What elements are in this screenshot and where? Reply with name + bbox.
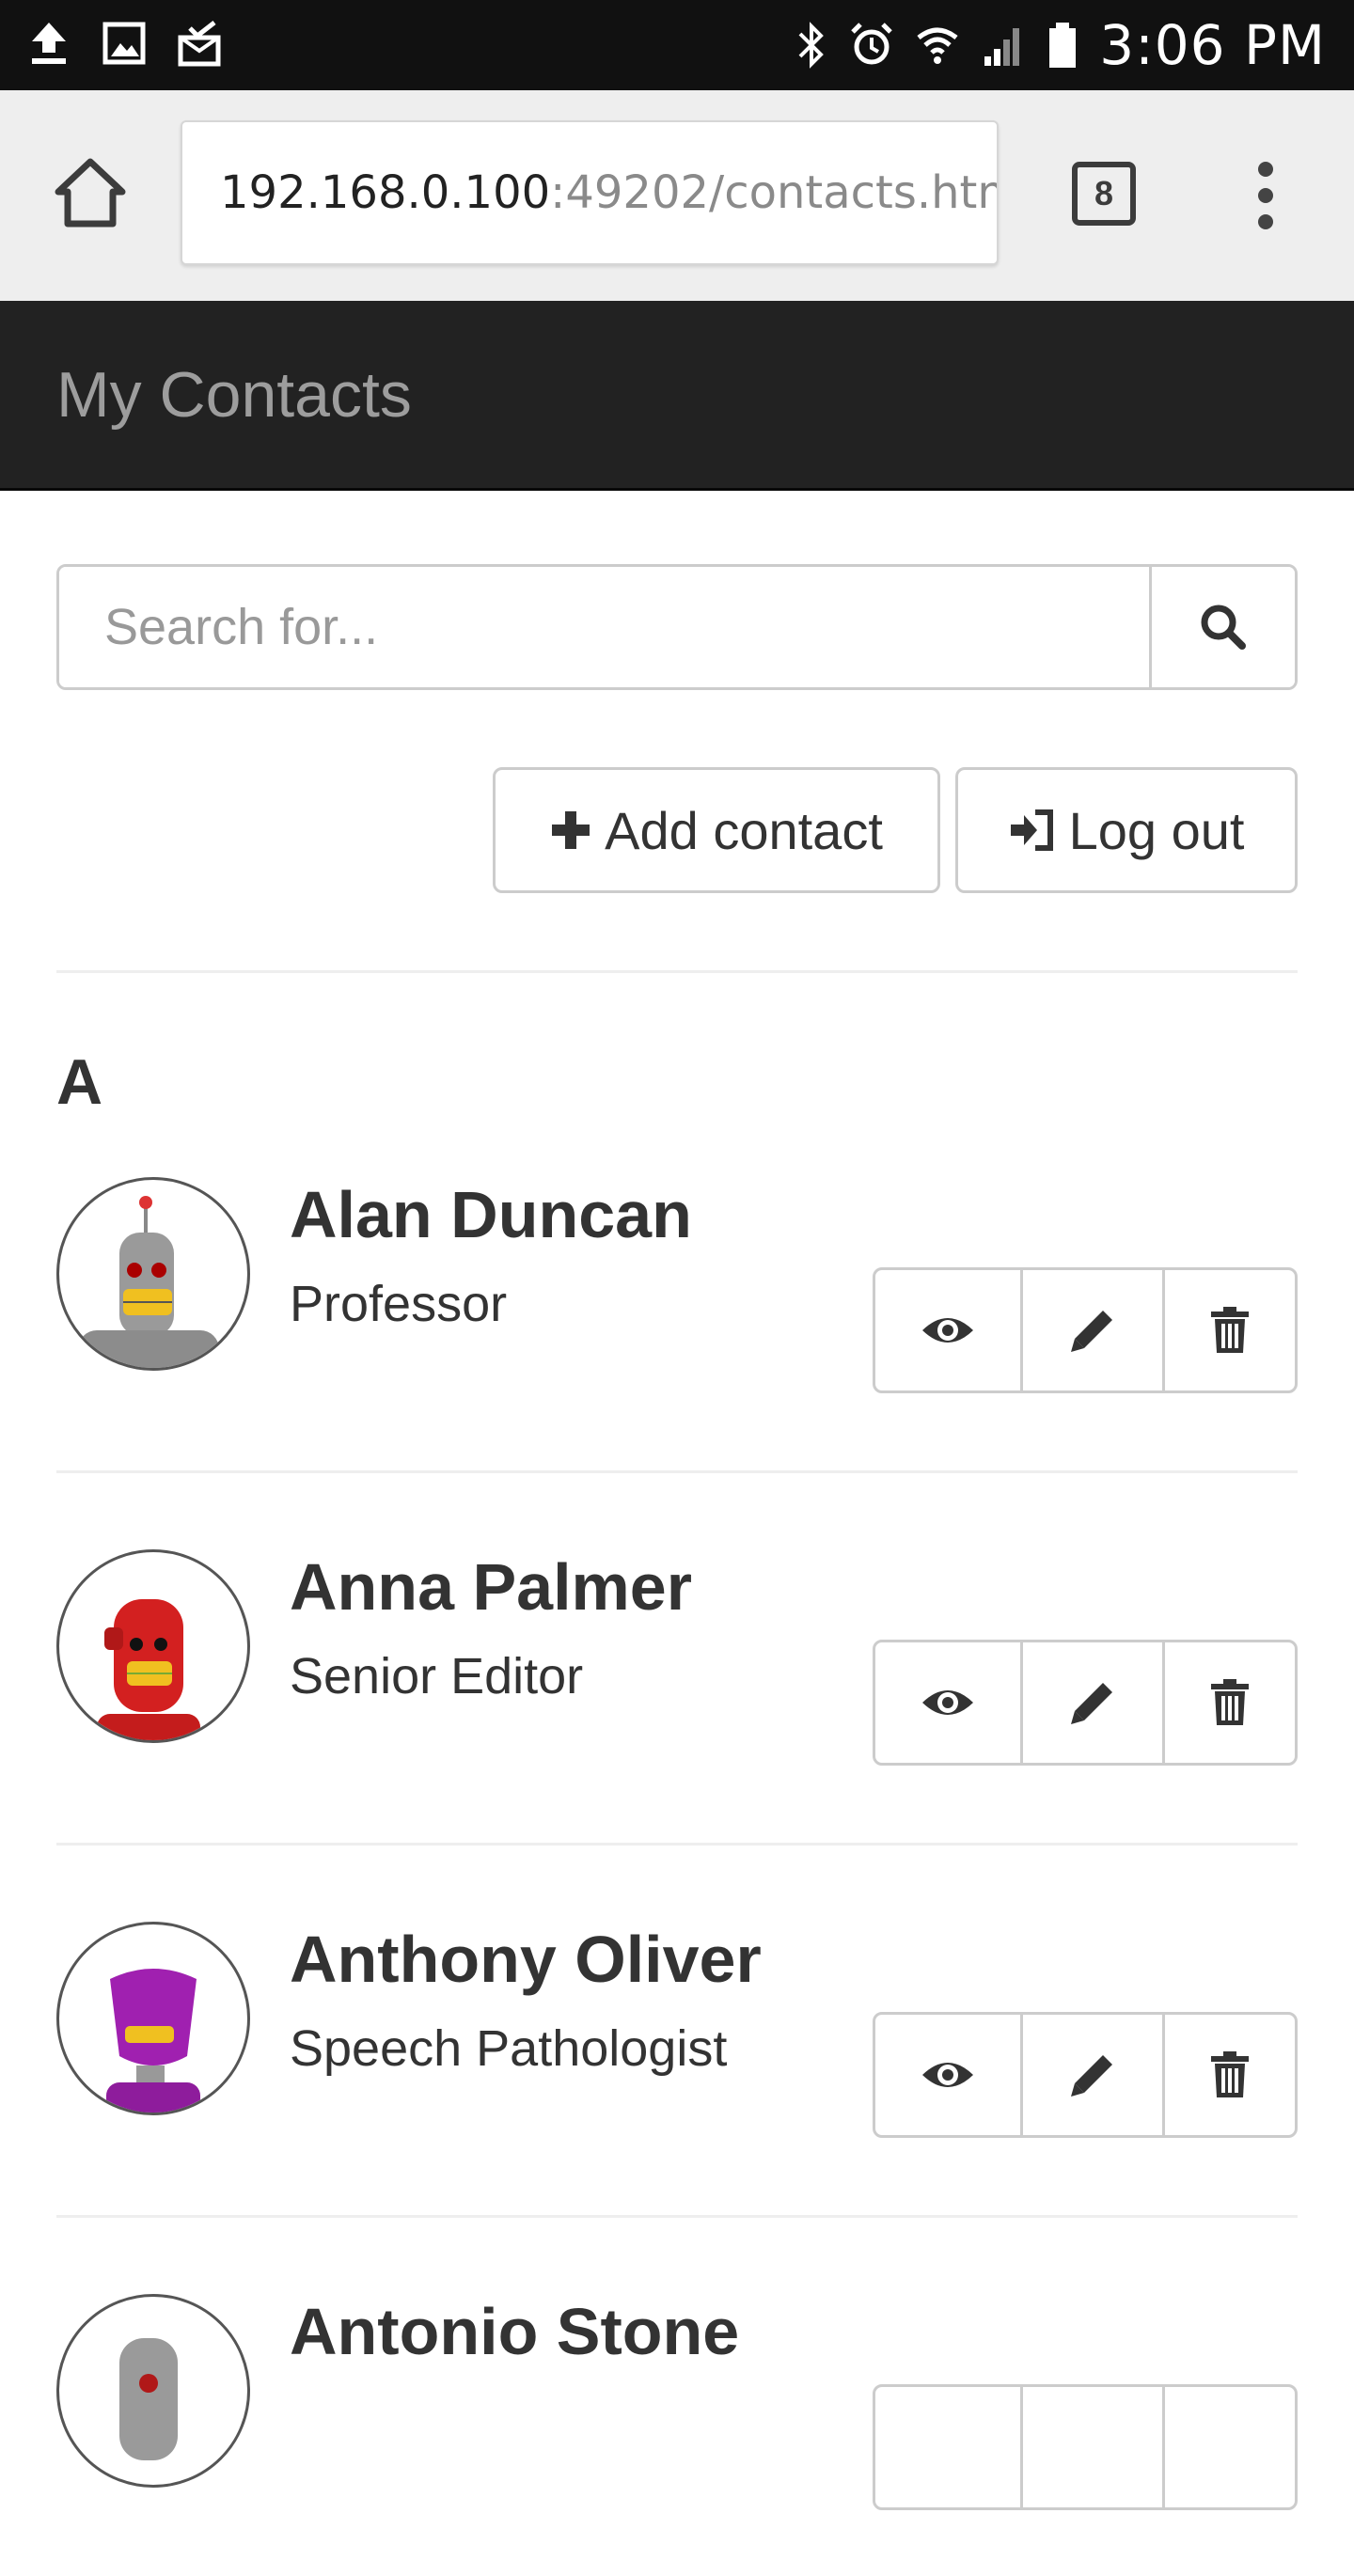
mail-check-icon xyxy=(178,21,221,67)
divider xyxy=(56,970,1298,973)
robot-red-avatar xyxy=(97,1599,200,1740)
edit-button[interactable] xyxy=(1020,1642,1162,1763)
signal-icon xyxy=(984,28,1020,66)
section-letter: A xyxy=(56,1046,103,1118)
delete-button[interactable] xyxy=(1162,1270,1295,1390)
contact-item: Anthony Oliver Speech Pathologist xyxy=(56,1922,1298,2204)
contact-item: Antonio Stone xyxy=(56,2294,1298,2576)
robot-gray-avatar xyxy=(78,1196,219,1368)
contact-title: Senior Editor xyxy=(290,1648,584,1704)
alarm-icon xyxy=(851,23,893,65)
battery-icon xyxy=(1049,23,1077,68)
search-input[interactable] xyxy=(59,567,1149,687)
search-button[interactable] xyxy=(1149,567,1295,687)
avatar[interactable] xyxy=(56,2294,250,2488)
log-out-button[interactable]: Log out xyxy=(955,767,1298,893)
trash-icon xyxy=(1211,2051,1249,2097)
robot-gray-avatar xyxy=(119,2338,178,2460)
status-time: 3:06 PM xyxy=(1099,13,1326,77)
app-navbar: My Contacts xyxy=(0,301,1354,491)
upload-icon xyxy=(32,23,66,64)
pencil-icon xyxy=(1071,1683,1112,1724)
edit-button[interactable] xyxy=(1020,2015,1162,2135)
add-contact-label: Add contact xyxy=(605,800,883,860)
browser-toolbar: 192.168.0.100:49202/contacts.htm 8 xyxy=(0,90,1354,301)
add-contact-button[interactable]: Add contact xyxy=(493,767,940,893)
log-in-icon xyxy=(1010,809,1053,851)
divider xyxy=(56,1470,1298,1473)
url-path: :49202/contacts.htm xyxy=(550,166,999,219)
trash-icon xyxy=(1211,1679,1249,1725)
divider xyxy=(56,1843,1298,1846)
navbar-brand[interactable]: My Contacts xyxy=(56,301,412,489)
avatar[interactable] xyxy=(56,1177,250,1371)
view-button[interactable] xyxy=(875,1270,1020,1390)
plus-icon xyxy=(552,811,590,849)
image-icon xyxy=(102,22,146,65)
contact-name: Alan Duncan xyxy=(290,1178,692,1251)
divider xyxy=(56,2215,1298,2218)
status-bar: 3:06 PM xyxy=(0,0,1354,90)
tab-switcher-button[interactable]: 8 xyxy=(1072,162,1136,226)
contact-actions xyxy=(873,2012,1298,2138)
pencil-icon xyxy=(1071,1311,1112,1352)
view-button[interactable] xyxy=(875,2387,1020,2507)
contact-actions xyxy=(873,2384,1298,2510)
contact-item: Anna Palmer Senior Editor xyxy=(56,1549,1298,1831)
pencil-icon xyxy=(1071,2055,1112,2097)
address-bar[interactable]: 192.168.0.100:49202/contacts.htm xyxy=(181,120,999,265)
overflow-menu-icon[interactable] xyxy=(1247,152,1284,239)
eye-icon xyxy=(922,1318,973,1343)
home-icon[interactable] xyxy=(53,156,128,231)
delete-button[interactable] xyxy=(1162,2015,1295,2135)
search-group xyxy=(56,564,1298,690)
contact-name: Anthony Oliver xyxy=(290,1923,762,1996)
edit-button[interactable] xyxy=(1020,1270,1162,1390)
avatar[interactable] xyxy=(56,1922,250,2115)
trash-icon xyxy=(1211,1307,1249,1353)
view-button[interactable] xyxy=(875,2015,1020,2135)
log-out-label: Log out xyxy=(1068,800,1245,860)
contact-title: Professor xyxy=(290,1276,508,1332)
contact-name: Antonio Stone xyxy=(290,2295,740,2368)
wifi-icon xyxy=(917,27,958,64)
contact-title: Speech Pathologist xyxy=(290,2020,728,2077)
contact-item: Alan Duncan Professor xyxy=(56,1177,1298,1459)
delete-button[interactable] xyxy=(1162,2387,1295,2507)
eye-icon xyxy=(922,1690,973,1715)
search-icon xyxy=(1201,605,1246,650)
contact-actions xyxy=(873,1640,1298,1766)
contact-name: Anna Palmer xyxy=(290,1550,692,1624)
eye-icon xyxy=(922,2063,973,2087)
edit-button[interactable] xyxy=(1020,2387,1162,2507)
url-host: 192.168.0.100 xyxy=(220,166,551,219)
bluetooth-icon xyxy=(798,22,825,69)
delete-button[interactable] xyxy=(1162,1642,1295,1763)
contact-actions xyxy=(873,1267,1298,1393)
robot-purple-avatar xyxy=(106,1969,200,2113)
view-button[interactable] xyxy=(875,1642,1020,1763)
avatar[interactable] xyxy=(56,1549,250,1743)
